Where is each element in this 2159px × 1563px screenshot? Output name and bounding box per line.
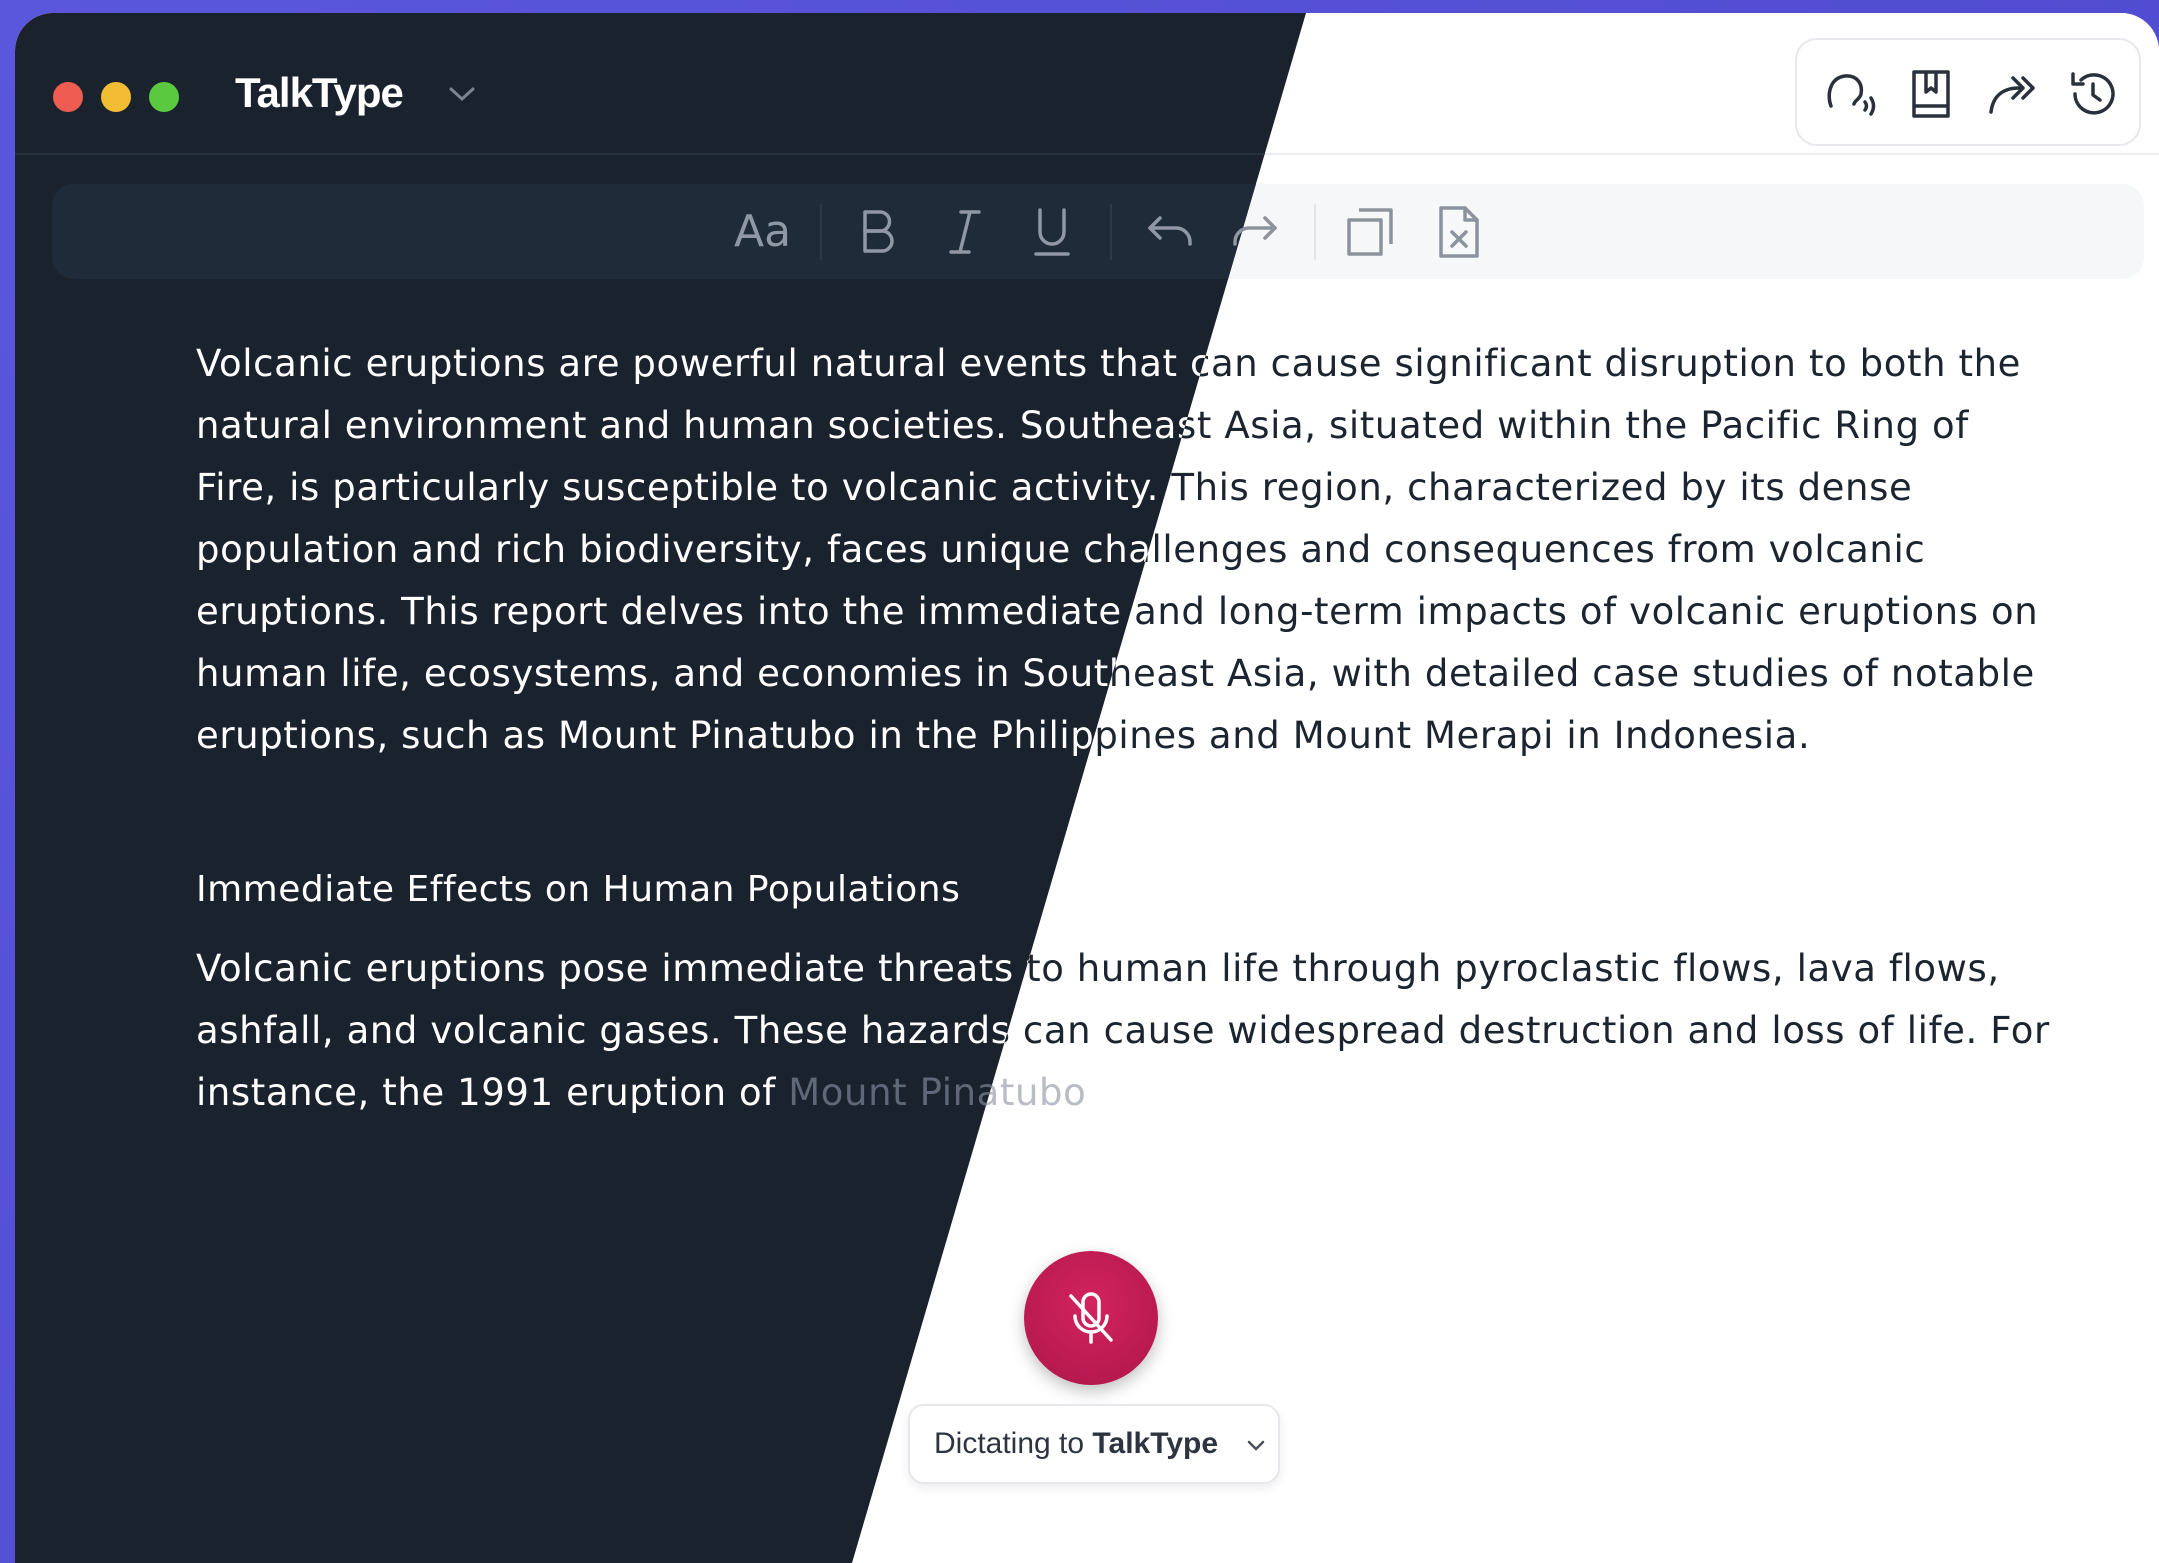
maximize-window-button[interactable]	[149, 82, 179, 112]
font-size-icon[interactable]: Aa	[734, 202, 791, 262]
delete-document-icon[interactable]	[1429, 202, 1489, 262]
chevron-down-icon	[1247, 1440, 1265, 1451]
dictation-label: Dictating to	[934, 1427, 1085, 1460]
chevron-down-icon[interactable]	[447, 83, 477, 105]
app-title[interactable]: TalkType	[235, 69, 404, 117]
microphone-off-icon	[1069, 1292, 1113, 1344]
undo-icon[interactable]	[1138, 202, 1198, 262]
bookmark-icon[interactable]	[1904, 66, 1960, 122]
copy-icon[interactable]	[1341, 202, 1401, 262]
bold-icon[interactable]	[847, 202, 907, 262]
top-right-toolbar	[1795, 38, 2141, 146]
italic-icon[interactable]	[935, 202, 995, 262]
underline-icon[interactable]	[1022, 202, 1082, 262]
voice-icon[interactable]	[1823, 66, 1879, 122]
app-window: TalkType Aa	[15, 13, 2159, 1563]
dictation-target: TalkType	[1092, 1427, 1219, 1460]
close-window-button[interactable]	[53, 82, 83, 112]
minimize-window-button[interactable]	[101, 82, 131, 112]
mute-microphone-button[interactable]	[1024, 1251, 1158, 1385]
history-icon[interactable]	[2065, 66, 2121, 122]
dictation-target-dropdown[interactable]: Dictating to TalkType	[908, 1404, 1280, 1484]
forward-icon[interactable]	[1985, 66, 2041, 122]
